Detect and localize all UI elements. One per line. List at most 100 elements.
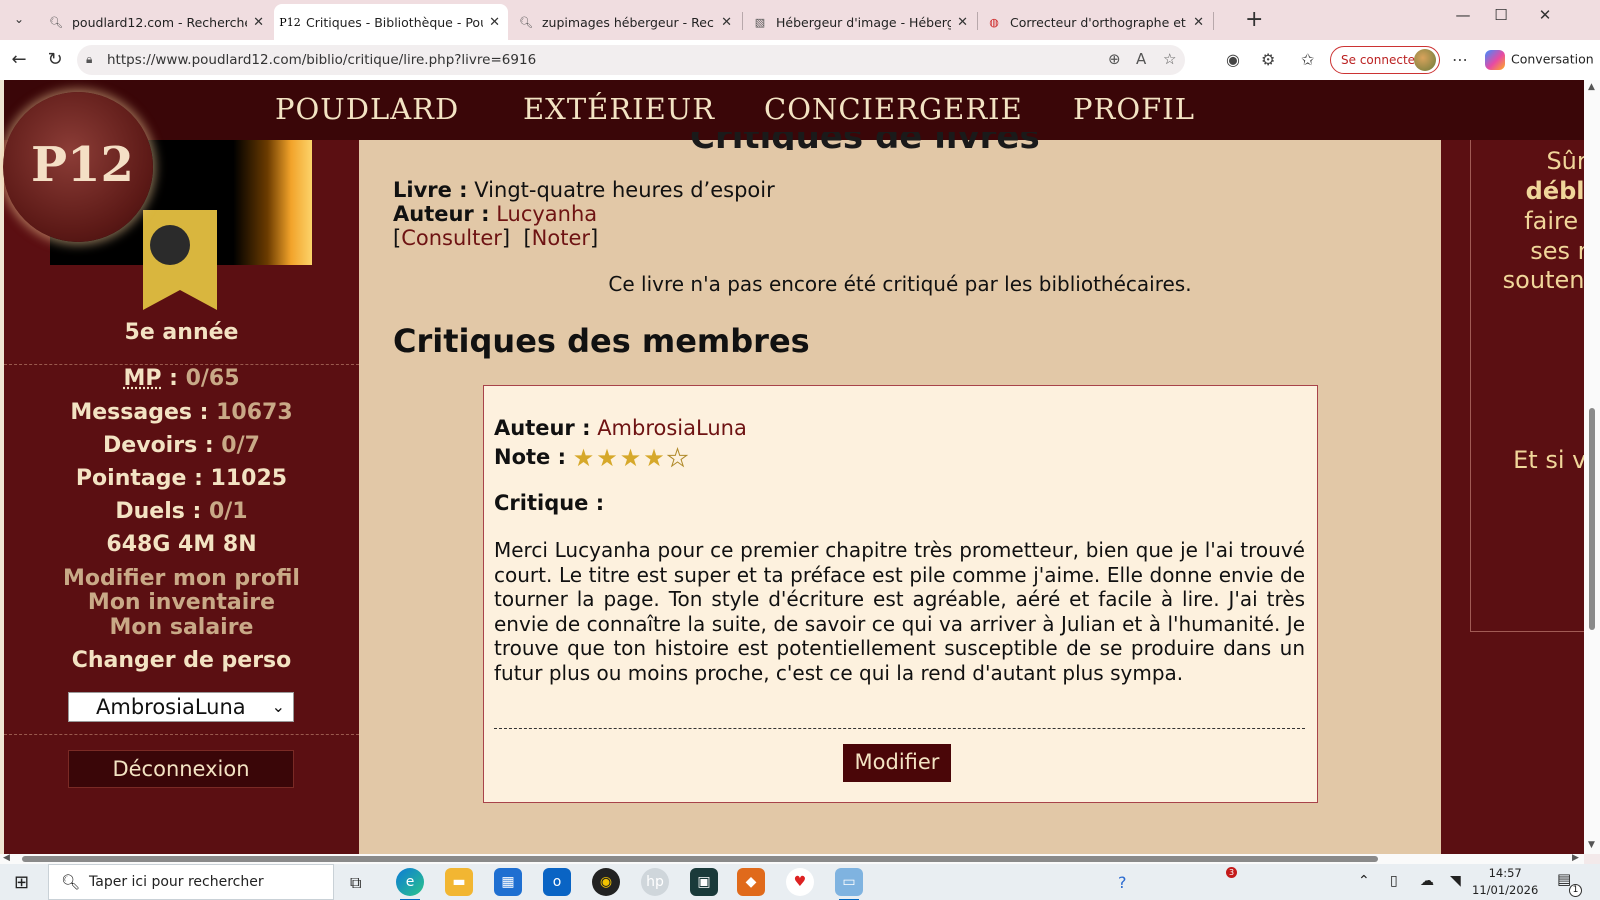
link-inventaire[interactable]: Mon inventaire — [4, 590, 359, 615]
reload-icon[interactable]: ↻ — [44, 49, 66, 70]
clock-time: 14:57 — [1488, 866, 1522, 880]
divider — [4, 364, 359, 365]
nav-poudlard[interactable]: POUDLARD — [275, 92, 459, 126]
sign-in-button[interactable]: Se connecter — [1330, 46, 1440, 74]
rate-link[interactable]: Noter — [532, 226, 590, 250]
close-tab-icon[interactable]: ✕ — [1193, 15, 1204, 30]
book-title: Vingt-quatre heures d’espoir — [474, 178, 775, 202]
consult-link[interactable]: Consulter — [401, 226, 502, 250]
stat-label: Duels — [115, 499, 185, 524]
nav-exterieur[interactable]: EXTÉRIEUR — [523, 92, 715, 126]
star-empty-icon: ★ — [666, 444, 691, 473]
store-icon[interactable]: ▦ — [494, 868, 522, 896]
outlook-icon[interactable]: o — [543, 868, 571, 896]
wifi-icon[interactable]: ◥ — [1450, 873, 1461, 889]
file-explorer-icon[interactable]: ▬ — [445, 868, 473, 896]
red-app-icon[interactable]: ♥ — [786, 868, 814, 896]
onedrive-icon[interactable]: ☁ — [1420, 873, 1434, 889]
back-arrow-icon[interactable]: ← — [8, 49, 30, 70]
vertical-scrollbar[interactable]: ▲ ▼ — [1584, 80, 1600, 854]
tab-zupimages-search[interactable]: 🔍︎ zupimages hébergeur - Recherche ✕ — [510, 4, 740, 40]
review-note-label: Note : — [494, 445, 566, 469]
search-icon: 🔍︎ — [61, 873, 81, 891]
close-tab-icon[interactable]: ✕ — [253, 15, 264, 30]
critique-label: Critique : — [494, 491, 605, 515]
device-icon[interactable]: ▯ — [1390, 873, 1398, 889]
tab-title: Hébergeur d'image - Hébergemen — [776, 14, 952, 30]
tab-title: poudlard12.com - Recherche — [72, 14, 248, 30]
site-top-nav: POUDLARD EXTÉRIEUR CONCIERGERIE PROFIL — [4, 80, 1584, 140]
taskbar: ⊞ 🔍︎ Taper ici pour rechercher ⧉ e ▬ ▦ o… — [0, 864, 1600, 900]
browser-toolbar: ← ↻ 🔒︎ https://www.poudlard12.com/biblio… — [0, 40, 1600, 80]
right-promo-line: Sûre — [1546, 147, 1584, 175]
section-title: Critiques des membres — [393, 322, 810, 360]
stat-label: Messages — [70, 400, 192, 425]
scroll-up-icon[interactable]: ▲ — [1588, 82, 1595, 92]
minimize-icon[interactable]: — — [1448, 6, 1478, 24]
help-icon[interactable]: ? — [1118, 873, 1127, 892]
scroll-thumb[interactable] — [22, 856, 1378, 862]
no-librarian-critique-notice: Ce livre n'a pas encore été critiqué par… — [608, 272, 1192, 296]
clock-date: 11/01/2026 — [1472, 883, 1539, 897]
tab-actions-menu-icon[interactable]: ⌄ — [8, 8, 30, 30]
book-author-line: Auteur : Lucyanha — [393, 202, 597, 226]
change-perso-label: Changer de perso — [71, 648, 292, 673]
page-viewport: Sûre déblo faire u ses m soutenir Et si … — [0, 80, 1584, 854]
extensions-icon[interactable]: ⚙ — [1261, 50, 1275, 69]
tab-poudlard-search[interactable]: 🔍︎ poudlard12.com - Recherche ✕ — [40, 4, 272, 40]
horizontal-scrollbar[interactable]: ◀ ▶ — [0, 853, 1584, 864]
close-window-icon[interactable]: ✕ — [1530, 6, 1560, 24]
browser-essentials-icon[interactable]: ◉ — [1226, 50, 1240, 69]
scroll-right-icon[interactable]: ▶ — [1572, 853, 1579, 863]
link-salaire[interactable]: Mon salaire — [4, 615, 359, 640]
tab-critiques-bibliotheque[interactable]: P12 Critiques - Bibliothèque - Poudlard … — [274, 4, 508, 40]
copilot-button[interactable]: Conversation — [1485, 50, 1594, 70]
perso-select[interactable]: AmbrosiaLuna ⌄ — [68, 692, 294, 722]
hp-icon[interactable]: hp — [641, 868, 669, 896]
nav-conciergerie[interactable]: CONCIERGERIE — [764, 92, 1023, 126]
close-tab-icon[interactable]: ✕ — [489, 15, 500, 30]
game-app-icon[interactable]: ◉ — [592, 868, 620, 896]
scroll-down-icon[interactable]: ▼ — [1588, 840, 1595, 850]
favorite-star-icon[interactable]: ☆ — [1163, 50, 1176, 68]
stat-label[interactable]: MP — [123, 366, 161, 391]
maximize-icon[interactable]: ☐ — [1486, 6, 1516, 24]
star-filled-icon: ★ — [596, 444, 620, 472]
star-filled-icon: ★ — [572, 444, 597, 472]
taskbar-search[interactable]: 🔍︎ Taper ici pour rechercher — [48, 864, 334, 900]
notifications-icon[interactable]: ▤ — [1557, 870, 1571, 888]
windows-start-icon[interactable]: ⊞ — [14, 872, 29, 893]
money-balance: 648G 4M 8N — [106, 532, 257, 557]
taskbar-search-placeholder: Taper ici pour rechercher — [89, 874, 264, 890]
task-view-icon[interactable]: ⧉ — [350, 873, 361, 893]
address-bar[interactable]: 🔒︎ https://www.poudlard12.com/biblio/cri… — [77, 45, 1185, 75]
image-icon: ▧ — [754, 15, 766, 29]
scroll-thumb[interactable] — [1589, 408, 1595, 630]
site-logo[interactable]: P12 — [3, 92, 153, 242]
logout-button[interactable]: Déconnexion — [68, 750, 294, 788]
close-tab-icon[interactable]: ✕ — [957, 15, 968, 30]
more-menu-icon[interactable]: ⋯ — [1452, 50, 1468, 69]
link-modifier-profil[interactable]: Modifier mon profil — [4, 566, 359, 591]
screen-tool-icon[interactable]: ▭ — [835, 868, 863, 900]
close-tab-icon[interactable]: ✕ — [721, 15, 732, 30]
book-author-link[interactable]: Lucyanha — [496, 202, 597, 226]
new-tab-plus-icon[interactable]: + — [1245, 7, 1263, 32]
review-author-link[interactable]: AmbrosiaLuna — [597, 416, 747, 440]
read-aloud-icon[interactable]: A — [1136, 50, 1146, 68]
stat-devoirs: Devoirs : 0/7 — [103, 433, 260, 458]
scroll-left-icon[interactable]: ◀ — [3, 853, 10, 863]
shield-app-icon[interactable]: ◆ — [737, 868, 765, 896]
clock[interactable]: 14:57 11/01/2026 — [1472, 865, 1538, 899]
zoom-icon[interactable]: ⊕ — [1108, 50, 1121, 68]
chevron-up-icon[interactable]: ⌃ — [1358, 873, 1370, 889]
tab-hebergeur-image[interactable]: ▧ Hébergeur d'image - Hébergemen ✕ — [744, 4, 976, 40]
favorites-icon[interactable]: ✩ — [1301, 50, 1314, 69]
edit-review-button[interactable]: Modifier — [843, 744, 951, 782]
avatar — [1414, 49, 1436, 71]
media-app-icon[interactable]: ▣ — [690, 868, 718, 896]
edge-app-icon[interactable]: e — [396, 868, 424, 900]
notification-count: 1 — [1569, 884, 1582, 897]
tab-correcteur[interactable]: ◍ Correcteur d'orthographe et de gr ✕ — [978, 4, 1212, 40]
nav-profil[interactable]: PROFIL — [1073, 92, 1195, 126]
